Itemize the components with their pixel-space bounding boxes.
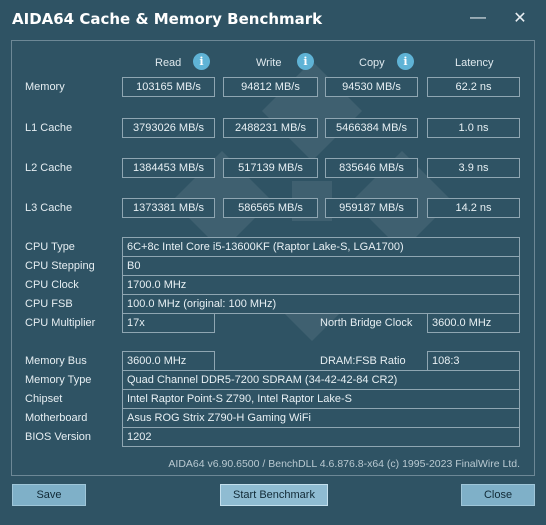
close-button[interactable]: Close xyxy=(461,484,535,506)
minimize-icon: — xyxy=(470,9,486,26)
memory-type-value: Quad Channel DDR5-7200 SDRAM (34-42-42-8… xyxy=(122,370,520,390)
cpu-multiplier-value: 17x xyxy=(122,313,215,333)
l1-copy-value: 5466384 MB/s xyxy=(325,118,418,138)
memory-write-value: 94812 MB/s xyxy=(223,77,318,97)
cpu-type-label: CPU Type xyxy=(25,241,75,253)
motherboard-label: Motherboard xyxy=(25,412,88,424)
memory-row-label: Memory xyxy=(25,81,65,93)
l1-latency-value: 1.0 ns xyxy=(427,118,520,138)
cpu-clock-value: 1700.0 MHz xyxy=(122,275,520,295)
l3-read-value: 1373381 MB/s xyxy=(122,198,215,218)
l2-copy-value: 835646 MB/s xyxy=(325,158,418,178)
l3-copy-value: 959187 MB/s xyxy=(325,198,418,218)
window-title: AIDA64 Cache & Memory Benchmark xyxy=(12,10,323,28)
bios-version-value: 1202 xyxy=(122,427,520,447)
l3-latency-value: 14.2 ns xyxy=(427,198,520,218)
memory-bus-value: 3600.0 MHz xyxy=(122,351,215,371)
dram-fsb-ratio-value: 108:3 xyxy=(427,351,520,371)
cpu-fsb-label: CPU FSB xyxy=(25,298,73,310)
memory-copy-value: 94530 MB/s xyxy=(325,77,418,97)
l2-latency-value: 3.9 ns xyxy=(427,158,520,178)
cpu-stepping-value: B0 xyxy=(122,256,520,276)
memory-type-label: Memory Type xyxy=(25,374,92,386)
l2-cache-row-label: L2 Cache xyxy=(25,162,73,174)
cpu-multiplier-label: CPU Multiplier xyxy=(25,317,96,329)
memory-read-value: 103165 MB/s xyxy=(122,77,215,97)
bios-version-label: BIOS Version xyxy=(25,431,92,443)
cpu-clock-label: CPU Clock xyxy=(25,279,79,291)
close-icon: ✕ xyxy=(513,10,527,27)
north-bridge-clock-label: North Bridge Clock xyxy=(320,317,413,329)
write-info-icon[interactable]: i xyxy=(297,53,314,70)
close-button-label: Close xyxy=(483,489,513,501)
l1-cache-row-label: L1 Cache xyxy=(25,122,73,134)
minimize-button[interactable]: — xyxy=(463,6,493,30)
title-bar: AIDA64 Cache & Memory Benchmark — ✕ xyxy=(0,0,546,38)
l2-write-value: 517139 MB/s xyxy=(223,158,318,178)
latency-column-header: Latency xyxy=(455,57,494,69)
chipset-label: Chipset xyxy=(25,393,63,405)
copy-column-header: Copy xyxy=(359,57,385,69)
write-column-header: Write xyxy=(256,57,282,69)
l1-write-value: 2488231 MB/s xyxy=(223,118,318,138)
north-bridge-clock-value: 3600.0 MHz xyxy=(427,313,520,333)
start-benchmark-button-label: Start Benchmark xyxy=(233,489,315,501)
l3-cache-row-label: L3 Cache xyxy=(25,202,73,214)
cpu-stepping-label: CPU Stepping xyxy=(25,260,95,272)
close-window-button[interactable]: ✕ xyxy=(505,6,535,30)
l1-read-value: 3793026 MB/s xyxy=(122,118,215,138)
chipset-value: Intel Raptor Point-S Z790, Intel Raptor … xyxy=(122,389,520,409)
memory-bus-label: Memory Bus xyxy=(25,355,87,367)
dram-fsb-ratio-label: DRAM:FSB Ratio xyxy=(320,355,406,367)
cpu-fsb-value: 100.0 MHz (original: 100 MHz) xyxy=(122,294,520,314)
start-benchmark-button[interactable]: Start Benchmark xyxy=(220,484,328,506)
memory-latency-value: 62.2 ns xyxy=(427,77,520,97)
l3-write-value: 586565 MB/s xyxy=(223,198,318,218)
version-footer: AIDA64 v6.90.6500 / BenchDLL 4.6.876.8-x… xyxy=(168,458,520,470)
read-column-header: Read xyxy=(155,57,182,69)
read-info-icon[interactable]: i xyxy=(193,53,210,70)
cpu-type-value: 6C+8c Intel Core i5-13600KF (Raptor Lake… xyxy=(122,237,520,257)
motherboard-value: Asus ROG Strix Z790-H Gaming WiFi xyxy=(122,408,520,428)
l2-read-value: 1384453 MB/s xyxy=(122,158,215,178)
benchmark-panel: Read i Write i Copy i Latency Memory 103… xyxy=(11,40,535,476)
copy-info-icon[interactable]: i xyxy=(397,53,414,70)
save-button-label: Save xyxy=(36,489,62,501)
save-button[interactable]: Save xyxy=(12,484,86,506)
